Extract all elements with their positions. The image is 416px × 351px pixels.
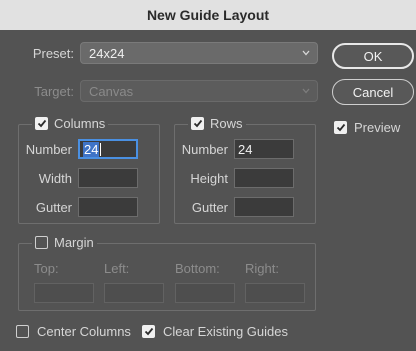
columns-width-input[interactable]: [78, 168, 138, 188]
margin-legend: Margin: [32, 235, 97, 250]
columns-number-label: Number: [25, 142, 72, 157]
checkmark-icon: [144, 327, 153, 336]
columns-label: Columns: [54, 116, 106, 131]
checkmark-icon: [193, 119, 202, 128]
rows-legend: Rows: [188, 116, 246, 131]
columns-gutter-label: Gutter: [35, 200, 72, 215]
cancel-button[interactable]: Cancel: [332, 79, 414, 105]
margin-top-input: [34, 283, 94, 303]
rows-checkbox[interactable]: [191, 117, 204, 130]
window-title: New Guide Layout: [0, 0, 416, 30]
clear-guides-checkbox[interactable]: [142, 325, 155, 338]
preset-select[interactable]: 24x24: [80, 42, 318, 64]
target-label: Target:: [34, 84, 74, 99]
margin-right-input: [245, 283, 305, 303]
margin-checkbox[interactable]: [35, 236, 48, 249]
target-value: Canvas: [89, 83, 134, 99]
target-select: Canvas: [80, 80, 318, 102]
clear-guides-label: Clear Existing Guides: [163, 324, 288, 339]
columns-gutter-input[interactable]: [78, 197, 138, 217]
columns-width-label: Width: [38, 171, 72, 186]
columns-checkbox[interactable]: [35, 117, 48, 130]
margin-right-label: Right:: [245, 261, 279, 276]
center-columns-label: Center Columns: [37, 324, 131, 339]
rows-gutter-label: Gutter: [191, 200, 228, 215]
preset-value: 24x24: [89, 45, 125, 61]
chevron-down-icon: [301, 48, 311, 58]
margin-label: Margin: [54, 235, 94, 250]
rows-height-label: Height: [190, 171, 228, 186]
margin-bottom-label: Bottom:: [175, 261, 220, 276]
text-caret: [100, 142, 102, 156]
margin-left-input: [104, 283, 164, 303]
margin-left-label: Left:: [104, 261, 130, 276]
columns-number-value: 24: [83, 141, 100, 157]
rows-number-input[interactable]: 24: [234, 139, 294, 159]
rows-number-label: Number: [181, 142, 228, 157]
preset-label: Preset:: [32, 46, 74, 61]
margin-top-label: Top:: [34, 261, 59, 276]
rows-label: Rows: [210, 116, 243, 131]
center-columns-checkbox[interactable]: [16, 325, 29, 338]
columns-number-input[interactable]: 24: [78, 139, 138, 159]
chevron-down-icon: [301, 86, 311, 96]
preview-label: Preview: [354, 120, 401, 135]
columns-legend: Columns: [32, 116, 109, 131]
ok-button[interactable]: OK: [332, 43, 414, 69]
rows-height-input[interactable]: [234, 168, 294, 188]
rows-gutter-input[interactable]: [234, 197, 294, 217]
checkmark-icon: [37, 119, 46, 128]
checkmark-icon: [336, 123, 345, 132]
preview-checkbox[interactable]: [334, 121, 347, 134]
margin-bottom-input: [175, 283, 235, 303]
